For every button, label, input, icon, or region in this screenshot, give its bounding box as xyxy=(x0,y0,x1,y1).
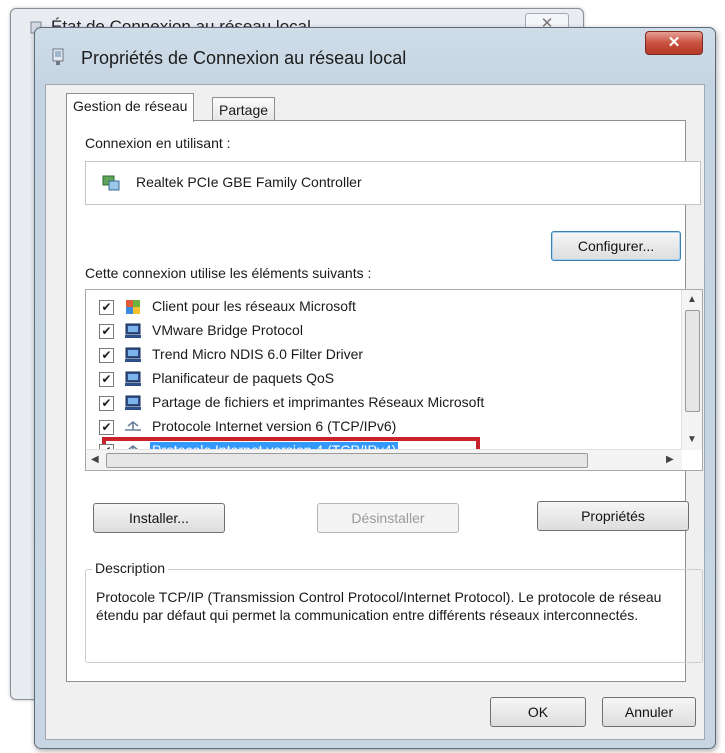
connect-using-label: Connexion en utilisant : xyxy=(85,135,231,151)
checkbox[interactable]: ✔ xyxy=(99,300,114,315)
list-item[interactable]: ✔ Protocole Internet version 6 (TCP/IPv6… xyxy=(86,416,666,438)
ok-button[interactable]: OK xyxy=(490,697,586,727)
list-item[interactable]: ✔ VMware Bridge Protocol xyxy=(86,320,666,342)
protocol-icon xyxy=(125,371,141,386)
list-item-label: Protocole Internet version 6 (TCP/IPv6) xyxy=(152,418,397,434)
network-adapter-icon xyxy=(102,175,120,191)
adapter-field: Realtek PCIe GBE Family Controller xyxy=(85,161,701,205)
close-button[interactable]: ✕ xyxy=(645,31,703,55)
checkbox[interactable]: ✔ xyxy=(99,348,114,363)
protocol-icon xyxy=(125,395,141,410)
list-item-label: Client pour les réseaux Microsoft xyxy=(152,298,356,314)
list-item[interactable]: ✔ Planificateur de paquets QoS xyxy=(86,368,666,390)
tab-partage[interactable]: Partage xyxy=(212,97,276,122)
scroll-right-icon[interactable]: ▶ xyxy=(666,454,674,465)
install-button[interactable]: Installer... xyxy=(93,503,225,533)
scroll-left-icon[interactable]: ◀ xyxy=(91,454,99,465)
scroll-thumb[interactable] xyxy=(685,310,700,412)
list-item[interactable]: ✔ Client pour les réseaux Microsoft xyxy=(86,296,666,318)
components-list[interactable]: ✔ Client pour les réseaux Microsoft ✔ VM… xyxy=(85,289,703,471)
list-item[interactable]: ✔ Trend Micro NDIS 6.0 Filter Driver xyxy=(86,344,666,366)
scroll-thumb[interactable] xyxy=(106,453,588,468)
horizontal-scrollbar[interactable]: ◀ ▶ xyxy=(86,449,682,470)
adapter-name: Realtek PCIe GBE Family Controller xyxy=(136,174,362,190)
list-item-label: Trend Micro NDIS 6.0 Filter Driver xyxy=(152,346,364,362)
uninstall-button[interactable]: Désinstaller xyxy=(317,503,459,533)
list-item-label: VMware Bridge Protocol xyxy=(152,322,303,338)
network-connection-icon xyxy=(52,48,64,65)
properties-button[interactable]: Propriétés xyxy=(537,501,689,531)
list-item[interactable]: ✔ Partage de fichiers et imprimantes Rés… xyxy=(86,392,666,414)
scroll-down-icon[interactable]: ▼ xyxy=(687,434,697,445)
description-text: Protocole TCP/IP (Transmission Control P… xyxy=(96,589,662,623)
description-legend: Description xyxy=(92,560,169,576)
tab-panel: Connexion en utilisant : Realtek PCIe GB… xyxy=(66,120,703,682)
tcpip-icon xyxy=(125,420,141,431)
list-item-label: Planificateur de paquets QoS xyxy=(152,370,335,386)
checkbox[interactable]: ✔ xyxy=(99,324,114,339)
items-label: Cette connexion utilise les éléments sui… xyxy=(85,265,372,281)
checkbox[interactable]: ✔ xyxy=(99,372,114,387)
properties-dialog: Propriétés de Connexion au réseau local … xyxy=(34,27,716,749)
configure-button[interactable]: Configurer... xyxy=(551,231,681,261)
dialog-title: Propriétés de Connexion au réseau local xyxy=(81,48,407,68)
tab-gestion-de-reseau[interactable]: Gestion de réseau xyxy=(66,93,195,122)
checkbox[interactable]: ✔ xyxy=(99,396,114,411)
vertical-scrollbar[interactable]: ▲ ▼ xyxy=(681,290,702,450)
description-group: Description Protocole TCP/IP (Transmissi… xyxy=(85,560,703,663)
network-client-icon xyxy=(126,300,140,314)
scroll-up-icon[interactable]: ▲ xyxy=(687,294,697,305)
cancel-button[interactable]: Annuler xyxy=(602,697,696,727)
dialog-client-area: Gestion de réseau Partage Connexion en u… xyxy=(45,84,705,740)
protocol-icon xyxy=(125,323,141,338)
protocol-icon xyxy=(125,347,141,362)
list-item-label: Partage de fichiers et imprimantes Résea… xyxy=(152,394,485,410)
checkbox[interactable]: ✔ xyxy=(99,420,114,435)
